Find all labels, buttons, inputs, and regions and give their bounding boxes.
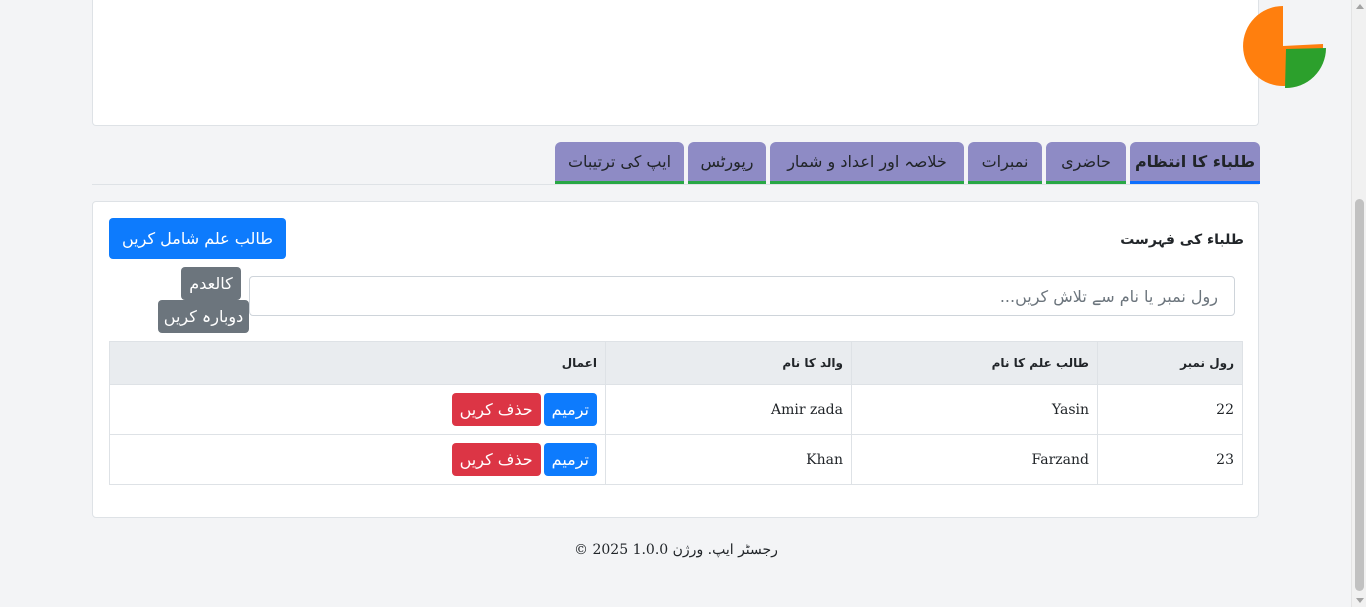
delete-button[interactable]: حذف کریں xyxy=(451,443,541,476)
cell-name: Yasin xyxy=(851,384,1098,435)
cell-actions: ترمیم حذف کریں xyxy=(109,434,606,485)
tabs-divider xyxy=(92,184,1259,185)
cell-name: Farzand xyxy=(851,434,1098,485)
scroll-up-icon[interactable] xyxy=(1356,4,1364,9)
pie-chart xyxy=(1241,0,1331,92)
absent-button[interactable]: کالعدم xyxy=(181,267,241,300)
tab-student-management[interactable]: طلباء کا انتظام xyxy=(1130,142,1260,184)
cell-roll: 22 xyxy=(1097,384,1243,435)
column-header-name: طالب علم کا نام xyxy=(851,341,1098,385)
add-student-button[interactable]: طالب علم شامل کریں xyxy=(109,218,286,259)
column-header-actions: اعمال xyxy=(109,341,606,385)
edit-button[interactable]: ترمیم xyxy=(543,443,597,476)
tab-reports[interactable]: رپورٹس xyxy=(688,142,766,184)
reset-button[interactable]: دوبارہ کریں xyxy=(158,300,249,333)
table-header-row: رول نمبر طالب علم کا نام والد کا نام اعم… xyxy=(109,341,1243,385)
tab-summary[interactable]: خلاصہ اور اعداد و شمار xyxy=(770,142,964,184)
pie-slice-green xyxy=(1285,48,1326,89)
cell-roll: 23 xyxy=(1097,434,1243,485)
cell-actions: ترمیم حذف کریں xyxy=(109,384,606,435)
chart-card xyxy=(92,0,1326,126)
delete-button[interactable]: حذف کریں xyxy=(451,393,541,426)
tab-attendance[interactable]: حاضری xyxy=(1046,142,1126,184)
scrollbar-thumb[interactable] xyxy=(1355,199,1364,591)
column-header-father: والد کا نام xyxy=(605,341,852,385)
students-table: رول نمبر طالب علم کا نام والد کا نام اعم… xyxy=(109,341,1243,485)
search-input[interactable] xyxy=(249,276,1235,316)
cell-father: Khan xyxy=(605,434,852,485)
tab-settings[interactable]: ایپ کی ترتیبات xyxy=(555,142,684,184)
pie-chart-svg xyxy=(1243,6,1326,89)
page-title: طلباء کی فہرست xyxy=(1120,232,1244,248)
footer-text: © 2025 رجسٹر ایپ. ورژن 1.0.0 xyxy=(574,542,778,558)
table-row: 23 Farzand Khan ترمیم حذف کریں xyxy=(109,434,1243,485)
edit-button[interactable]: ترمیم xyxy=(543,393,597,426)
tab-marks[interactable]: نمبرات xyxy=(968,142,1042,184)
page-scrollbar[interactable] xyxy=(1351,0,1366,607)
table-row: 22 Yasin Amir zada ترمیم حذف کریں xyxy=(109,384,1243,435)
column-header-roll: رول نمبر xyxy=(1097,341,1243,385)
scroll-down-icon[interactable] xyxy=(1356,598,1364,603)
cell-father: Amir zada xyxy=(605,384,852,435)
